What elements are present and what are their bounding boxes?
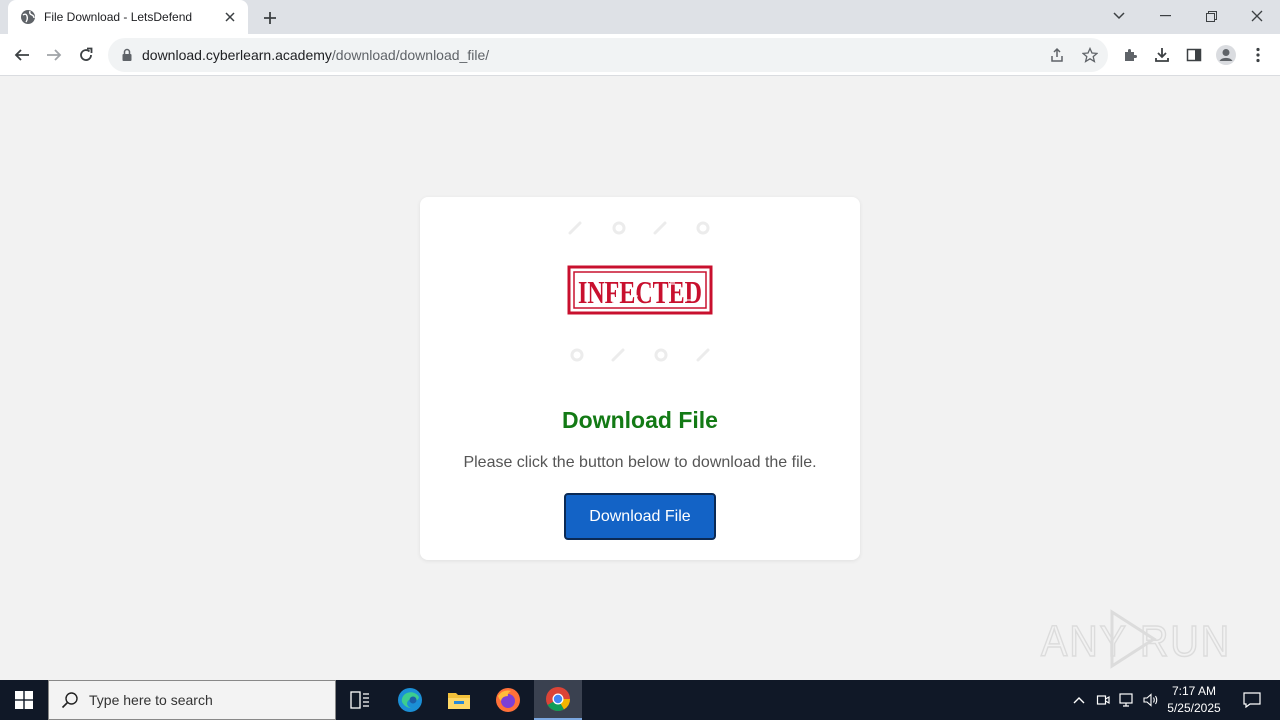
tab-title: File Download - LetsDefend — [44, 10, 193, 24]
tab-search-icon[interactable] — [1096, 0, 1142, 32]
downloads-icon[interactable] — [1146, 39, 1178, 71]
system-clock[interactable]: 7:17 AM 5/25/2025 — [1160, 680, 1228, 720]
chrome-icon[interactable] — [534, 680, 582, 720]
task-view-icon[interactable] — [336, 680, 384, 720]
menu-kebab-icon[interactable] — [1242, 39, 1274, 71]
download-file-button[interactable]: Download File — [564, 493, 716, 540]
edge-browser-icon[interactable] — [386, 680, 434, 720]
file-explorer-icon[interactable] — [435, 680, 483, 720]
browser-toolbar: download.cyberlearn.academy/download/dow… — [0, 34, 1280, 76]
url-path: /download/download_file/ — [331, 47, 490, 63]
search-icon — [61, 691, 79, 709]
tray-chevron-up-icon[interactable] — [1068, 680, 1090, 720]
clock-time: 7:17 AM — [1171, 684, 1217, 698]
taskbar-search-box[interactable]: Type here to search — [48, 680, 336, 720]
restore-button[interactable] — [1188, 0, 1234, 32]
url-host: download.cyberlearn.academy — [142, 47, 332, 63]
page-title: Download File — [562, 407, 718, 433]
watermark-text: ANY RUN — [1041, 617, 1231, 666]
close-window-button[interactable] — [1234, 0, 1280, 32]
reload-button[interactable] — [70, 39, 102, 71]
extensions-icon[interactable] — [1114, 39, 1146, 71]
url-text[interactable]: download.cyberlearn.academy/download/dow… — [142, 47, 489, 63]
close-tab-icon[interactable] — [222, 9, 238, 25]
lock-icon[interactable] — [120, 48, 134, 62]
forward-button[interactable] — [38, 39, 70, 71]
profile-avatar-icon[interactable] — [1210, 39, 1242, 71]
tab-strip: File Download - LetsDefend — [0, 0, 1280, 34]
globe-icon — [20, 9, 36, 25]
bookmark-star-icon[interactable] — [1075, 38, 1105, 72]
windows-taskbar: Type here to search 7:17 AM 5/25/2025 — [0, 680, 1280, 720]
download-card: INFECTED Download File Please click the … — [420, 197, 860, 560]
infected-stamp-image: INFECTED — [560, 215, 720, 365]
clock-date: 5/25/2025 — [1167, 701, 1221, 715]
notification-center-icon[interactable] — [1232, 680, 1272, 720]
address-bar[interactable]: download.cyberlearn.academy/download/dow… — [108, 38, 1108, 72]
browser-tab[interactable]: File Download - LetsDefend — [8, 0, 248, 34]
windows-start-icon[interactable] — [0, 680, 48, 720]
search-placeholder: Type here to search — [89, 692, 213, 708]
meet-now-icon[interactable] — [1092, 680, 1114, 720]
new-tab-button[interactable] — [259, 7, 281, 29]
firefox-icon[interactable] — [484, 680, 532, 720]
side-panel-icon[interactable] — [1178, 39, 1210, 71]
share-icon[interactable] — [1042, 38, 1072, 72]
instruction-text: Please click the button below to downloa… — [463, 454, 817, 471]
volume-icon[interactable] — [1140, 680, 1162, 720]
stamp-text: INFECTED — [578, 274, 702, 310]
back-button[interactable] — [6, 39, 38, 71]
anyrun-watermark-logo: ANY RUN — [1036, 606, 1236, 672]
network-icon[interactable] — [1116, 680, 1138, 720]
minimize-button[interactable] — [1142, 0, 1188, 32]
